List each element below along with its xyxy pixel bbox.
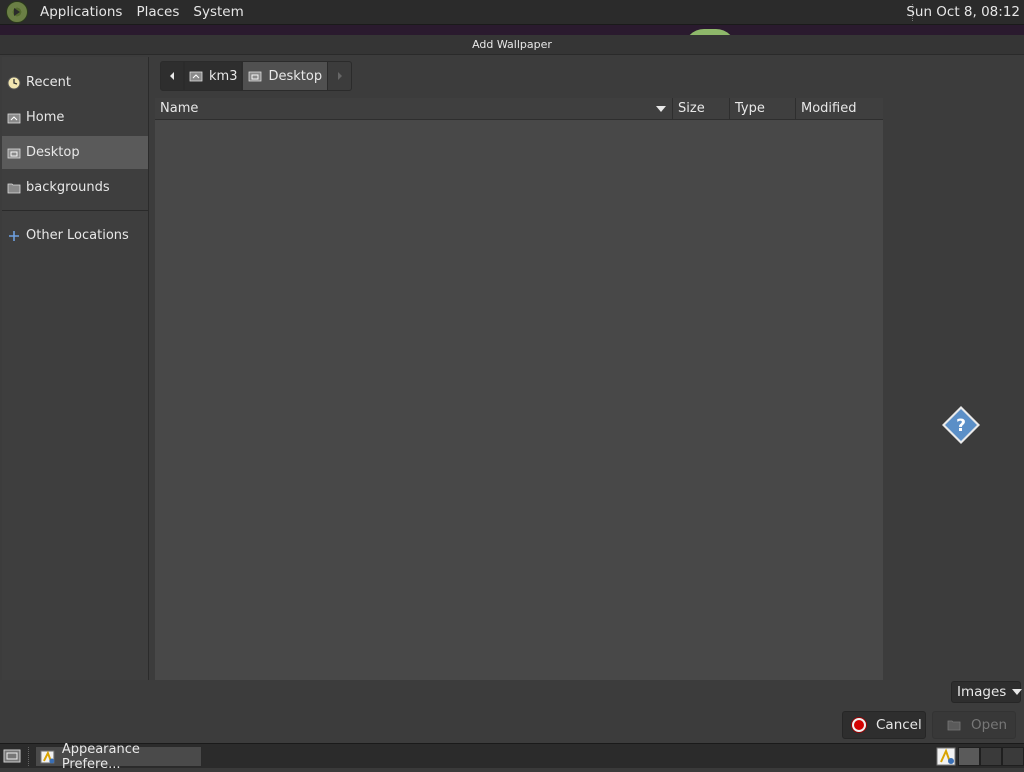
sidebar-item-other-locations[interactable]: Other Locations [2, 219, 148, 252]
sidebar-item-label: backgrounds [26, 180, 110, 195]
path-back-button[interactable] [160, 61, 184, 91]
home-folder-icon [7, 113, 21, 123]
svg-text:?: ? [956, 416, 966, 436]
cancel-button-label: Cancel [876, 717, 922, 733]
cancel-button[interactable]: Cancel [842, 711, 926, 739]
show-desktop-icon[interactable] [3, 748, 21, 764]
chevron-down-icon [1012, 689, 1023, 695]
dialog-title: Add Wallpaper [0, 35, 1024, 55]
path-bar: km3 Desktop [160, 61, 353, 91]
open-folder-icon [947, 720, 961, 731]
sidebar-item-label: Home [26, 110, 65, 125]
workspace-1[interactable] [958, 747, 980, 766]
panel-separator [28, 747, 30, 766]
open-button-label: Open [971, 717, 1008, 733]
add-wallpaper-dialog: Add Wallpaper Recent Home Desktop backgr… [0, 35, 1024, 743]
desktop-folder-icon [249, 71, 262, 82]
sort-down-icon [656, 106, 666, 112]
column-header-type[interactable]: Type [730, 98, 796, 120]
file-list-header: Name Size Type Modified [155, 98, 883, 120]
file-filter-label: Images [957, 684, 1007, 700]
places-sidebar: Recent Home Desktop backgrounds Other Lo… [2, 57, 149, 680]
column-header-label: Size [678, 101, 705, 116]
folder-icon [7, 183, 21, 193]
applications-menu[interactable]: Applications [33, 4, 129, 20]
column-header-size[interactable]: Size [673, 98, 730, 120]
path-forward-button[interactable] [328, 61, 353, 91]
sidebar-item-backgrounds[interactable]: backgrounds [2, 171, 148, 204]
sidebar-item-desktop[interactable]: Desktop [2, 136, 148, 169]
places-menu[interactable]: Places [129, 4, 186, 20]
column-header-label: Type [735, 101, 765, 116]
sidebar-item-recent[interactable]: Recent [2, 66, 148, 99]
system-menu[interactable]: System [186, 4, 250, 20]
help-diamond-icon: ? [942, 406, 980, 444]
clock[interactable]: Sun Oct 8, 08:12 [906, 4, 1020, 20]
appearance-preferences-icon [40, 750, 55, 763]
sidebar-item-label: Other Locations [26, 228, 129, 243]
path-desktop-label: Desktop [268, 68, 323, 84]
file-list[interactable] [155, 120, 883, 680]
workspace-3[interactable] [1002, 747, 1024, 766]
plus-icon [9, 230, 19, 241]
desktop-background [0, 25, 1024, 35]
home-folder-icon [189, 71, 203, 82]
file-filter-dropdown[interactable]: Images [951, 681, 1023, 703]
path-home-label: km3 [209, 68, 238, 84]
path-desktop-button[interactable]: Desktop [242, 61, 329, 91]
top-panel: Applications Places System Sun Oct 8, 08… [0, 0, 1024, 25]
clock-icon [7, 76, 21, 89]
sidebar-separator [2, 210, 148, 211]
desktop-folder-icon [7, 148, 21, 158]
chevron-left-icon [170, 72, 174, 80]
distro-logo-icon[interactable] [6, 1, 28, 23]
taskbar-window-button[interactable]: Appearance Prefere... [35, 742, 202, 772]
path-home-button[interactable]: km3 [184, 61, 243, 91]
column-header-label: Name [160, 101, 199, 116]
sidebar-item-home[interactable]: Home [2, 101, 148, 134]
bottom-panel: Appearance Prefere... [0, 742, 1024, 772]
preview-pane [883, 98, 1024, 680]
sidebar-item-label: Recent [26, 75, 71, 90]
cancel-icon [852, 718, 866, 732]
sidebar-item-label: Desktop [26, 145, 80, 160]
column-header-label: Modified [801, 101, 857, 116]
appearance-tray-icon[interactable] [936, 747, 956, 766]
column-header-name[interactable]: Name [155, 98, 673, 120]
chevron-right-icon [337, 72, 342, 80]
column-header-modified[interactable]: Modified [796, 98, 883, 120]
workspace-2[interactable] [980, 747, 1002, 766]
taskbar-window-title: Appearance Prefere... [61, 741, 140, 772]
open-button[interactable]: Open [932, 711, 1016, 739]
